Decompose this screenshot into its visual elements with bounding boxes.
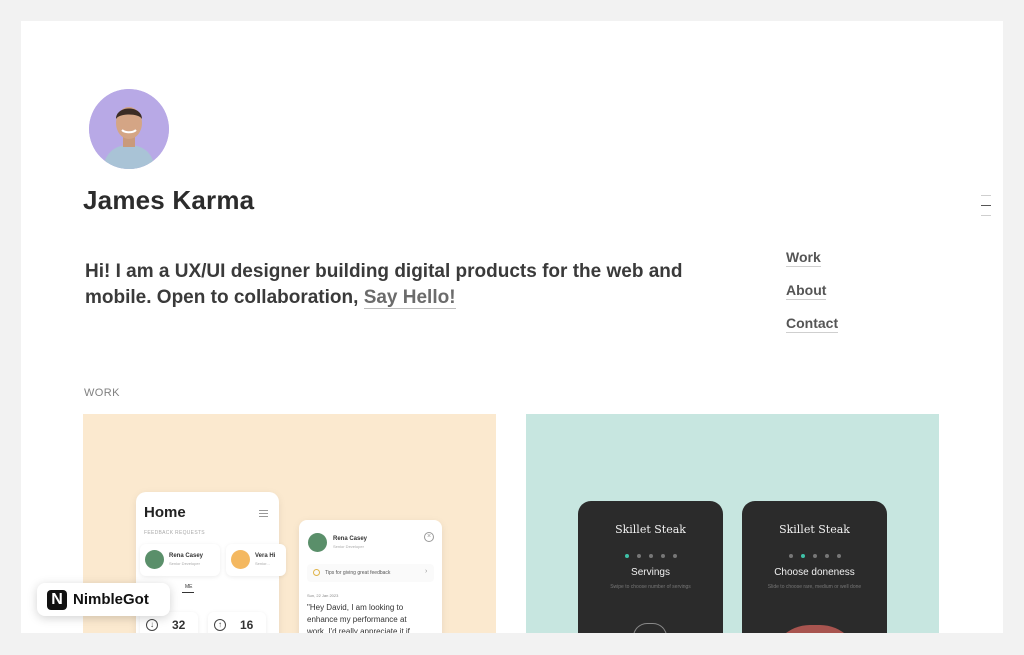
mock-recipe-title: Skillet Steak: [615, 523, 686, 536]
mock-tip-row: Tips for giving great feedback ›: [307, 564, 434, 582]
mock-step-sub: Swipe to choose number of servings: [610, 584, 691, 590]
mock-date: Sun, 22 Jan 2023: [307, 593, 339, 598]
nav-work-link[interactable]: Work: [786, 249, 821, 267]
mock-detail-role: Senior Developer: [333, 544, 364, 549]
mock-me-tab: ME: [185, 584, 193, 590]
mock-step-sub: Slide to choose rare, medium or well don…: [767, 584, 862, 590]
mock-detail-name: Rena Casey: [333, 536, 368, 542]
mock-chip-role: Senior...: [255, 561, 270, 566]
mock-chip-name: Rena Casey: [169, 553, 204, 559]
mock-quote: "Hey David, I am looking to enhance my p…: [307, 603, 410, 633]
say-hello-link[interactable]: Say Hello!: [363, 287, 456, 309]
main-nav: Work About Contact: [786, 249, 839, 348]
mock-step-heading: Servings: [631, 567, 670, 578]
scroll-tick: [981, 195, 991, 196]
mock-doneness-screen: Skillet Steak Choose doneness Slide to c…: [742, 501, 887, 633]
work-card-recipe-app[interactable]: Skillet Steak Servings Swipe to choose n…: [526, 414, 939, 633]
portfolio-page: James Karma Hi! I am a UX/UI designer bu…: [21, 21, 1003, 633]
mock-chip-role: Senior Developer: [169, 561, 200, 566]
work-section-label: WORK: [84, 387, 120, 399]
lightbulb-icon: [313, 569, 320, 576]
steak-image: [770, 625, 860, 633]
mock-avatar: [145, 550, 164, 569]
nimblegot-badge[interactable]: N NimbleGot: [37, 583, 170, 616]
menu-icon: [259, 510, 268, 519]
mock-feedback-label: FEEDBACK REQUESTS: [144, 530, 205, 536]
close-icon: ×: [424, 532, 434, 542]
mock-person-chip: Vera Hi Senior...: [226, 544, 286, 576]
arrow-up-icon: ↑: [214, 619, 226, 631]
mock-home-title: Home: [144, 504, 186, 521]
bio-text: Hi! I am a UX/UI designer building digit…: [85, 259, 735, 311]
mock-avatar: [231, 550, 250, 569]
avatar: [89, 89, 169, 169]
scroll-tick: [981, 215, 991, 216]
nimblegot-logo-icon: N: [47, 589, 67, 610]
avatar-photo: [89, 89, 169, 169]
mock-avatar: [308, 533, 327, 552]
mock-stat-value: 16: [240, 618, 254, 632]
nav-contact-link[interactable]: Contact: [786, 315, 839, 333]
mock-tab-underline: [182, 592, 194, 593]
mock-step-dots: [742, 545, 887, 563]
mock-step-heading: Choose doneness: [774, 567, 855, 578]
mock-tip-text: Tips for giving great feedback: [325, 570, 391, 576]
nimblegot-label: NimbleGot: [73, 591, 149, 608]
scroll-indicator[interactable]: [981, 195, 991, 225]
nav-about-link[interactable]: About: [786, 282, 827, 300]
mock-step-dots: [578, 545, 723, 563]
arrow-down-icon: ↓: [146, 619, 158, 631]
scroll-tick-active: [981, 205, 991, 206]
mock-recipe-title: Skillet Steak: [779, 523, 850, 536]
mock-chip-name: Vera Hi: [255, 553, 276, 559]
mock-feedback-detail: Rena Casey Senior Developer × Tips for g…: [299, 520, 442, 633]
mock-servings-screen: Skillet Steak Servings Swipe to choose n…: [578, 501, 723, 633]
mock-person-chip: Rena Casey Senior Developer: [140, 544, 220, 576]
profile-name: James Karma: [83, 185, 255, 215]
mock-stat-card: ↑ 16: [208, 612, 266, 633]
mock-stat-value: 32: [172, 618, 186, 632]
chevron-right-icon: ›: [425, 568, 428, 575]
bowl-icon: [633, 623, 667, 633]
